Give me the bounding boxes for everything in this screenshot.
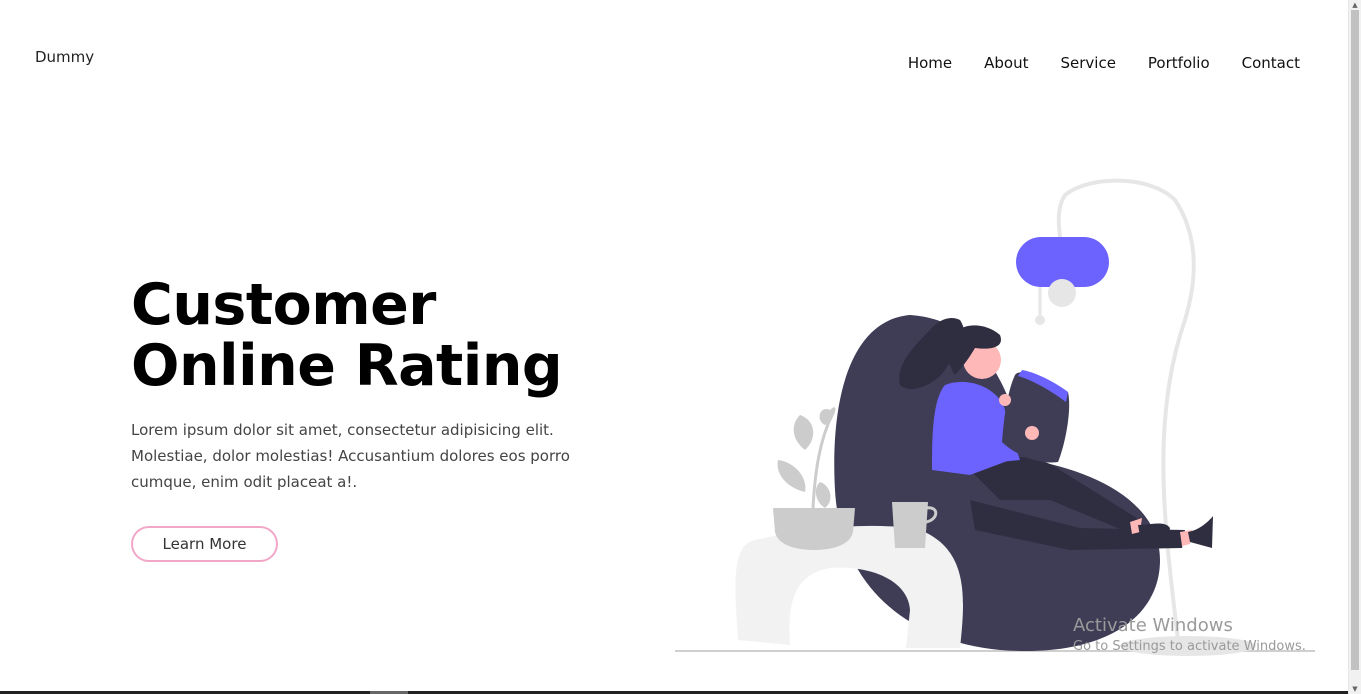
logo-alt-text: Dummy <box>35 48 95 66</box>
plant-pot <box>773 508 855 550</box>
hero-title-line1: Customer <box>131 272 436 338</box>
logo[interactable]: Dummy <box>35 48 94 66</box>
hero-description: Lorem ipsum dolor sit amet, consectetur … <box>131 421 570 491</box>
main-nav: Home About Service Portfolio Contact <box>876 53 1300 73</box>
lamp-bulb <box>1048 279 1076 307</box>
learn-more-button[interactable]: Learn More <box>131 526 278 562</box>
hero-title-line2: Online Rating <box>131 333 563 399</box>
lamp-pull <box>1035 315 1045 325</box>
windows-activation-watermark: Activate Windows Go to Settings to activ… <box>1073 615 1306 657</box>
vertical-scroll-thumb[interactable] <box>1351 10 1359 670</box>
vertical-scrollbar[interactable]: ▲ ▼ <box>1348 0 1361 694</box>
watermark-title: Activate Windows <box>1073 615 1233 636</box>
nav-contact-link[interactable]: Contact <box>1242 53 1300 73</box>
hero-title: Customer Online Rating <box>131 272 563 399</box>
nav-service-link[interactable]: Service <box>1060 53 1115 73</box>
scroll-up-arrow-icon[interactable]: ▲ <box>1349 0 1361 10</box>
scroll-down-arrow-icon[interactable]: ▼ <box>1349 684 1361 694</box>
woman-hand <box>999 394 1011 406</box>
watermark-subtitle: Go to Settings to activate Windows. <box>1073 639 1306 654</box>
nav-about-link[interactable]: About <box>984 53 1028 73</box>
reading-woman-illustration <box>675 178 1315 656</box>
landing-page: Dummy Home About Service Portfolio Conta… <box>0 0 1348 694</box>
mug <box>892 502 928 548</box>
nav-home-link[interactable]: Home <box>908 53 952 73</box>
side-table <box>735 525 964 648</box>
nav-portfolio-link[interactable]: Portfolio <box>1148 53 1210 73</box>
